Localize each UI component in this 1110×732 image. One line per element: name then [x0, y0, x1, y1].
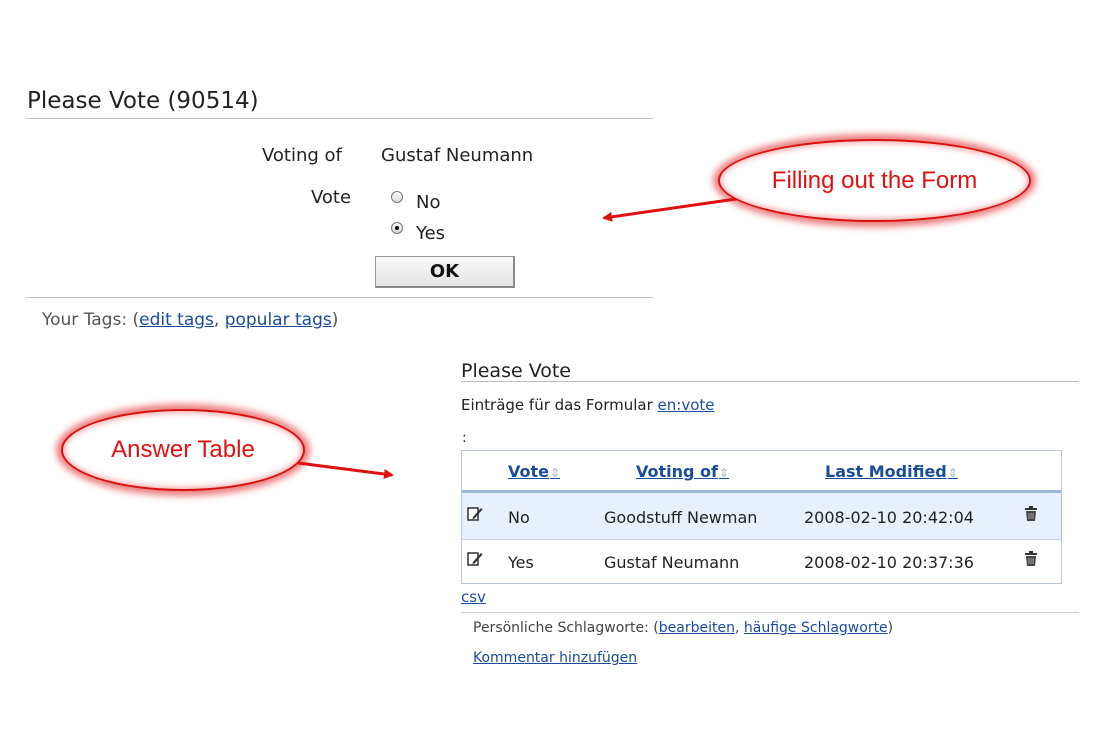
sort-arrows-icon[interactable]: ⇕ [719, 466, 729, 480]
callout-form: Filling out the Form [718, 139, 1031, 222]
colon: : [462, 430, 467, 446]
add-comment-link[interactable]: Kommentar hinzufügen [473, 650, 637, 666]
col-header-last-modified[interactable]: Last Modified⇕ [825, 462, 958, 481]
sort-arrows-icon[interactable]: ⇕ [550, 466, 560, 480]
edit-pencil-icon[interactable] [467, 506, 483, 522]
answers-divider [461, 381, 1079, 382]
col-header-last-modified-label[interactable]: Last Modified [825, 462, 947, 481]
row1-voting-of: Goodstuff Newman [604, 508, 758, 527]
col-header-voting-of[interactable]: Voting of⇕ [636, 462, 729, 481]
callout-table: Answer Table [61, 409, 305, 491]
col-header-vote[interactable]: Vote⇕ [508, 462, 560, 481]
table-arrow [297, 461, 394, 479]
entries-line: Einträge für das Formular en:vote [461, 396, 714, 414]
personal-tags-suffix: ) [887, 620, 894, 636]
form-arrow [602, 197, 737, 222]
row1-modified: 2008-02-10 20:42:04 [804, 508, 974, 527]
entries-text: Einträge für das Formular [461, 396, 658, 414]
csv-link[interactable]: csv [461, 588, 486, 606]
personal-tags-prefix: Persönliche Schlagworte: ( [473, 620, 659, 636]
col-header-voting-of-label[interactable]: Voting of [636, 462, 718, 481]
sort-arrows-icon[interactable]: ⇕ [948, 466, 958, 480]
row2-vote: Yes [508, 553, 534, 572]
callout-table-text: Answer Table [111, 436, 255, 463]
table-row-divider [462, 539, 1061, 540]
form-link[interactable]: en:vote [658, 396, 715, 414]
answers-title: Please Vote [461, 360, 571, 382]
trash-icon[interactable] [1024, 551, 1038, 567]
personal-tags: Persönliche Schlagworte: (bearbeiten, hä… [473, 620, 893, 636]
row1-vote: No [508, 508, 530, 527]
callout-form-text: Filling out the Form [771, 166, 978, 194]
col-header-vote-label[interactable]: Vote [508, 462, 549, 481]
personal-popular-link[interactable]: häufige Schlagworte [744, 620, 888, 636]
edit-pencil-icon[interactable] [467, 551, 483, 567]
personal-edit-link[interactable]: bearbeiten [659, 620, 735, 636]
trash-icon[interactable] [1024, 506, 1038, 522]
row2-modified: 2008-02-10 20:37:36 [804, 553, 974, 572]
personal-tags-sep: , [734, 620, 744, 636]
row2-voting-of: Gustaf Neumann [604, 553, 740, 572]
footer-divider [461, 612, 1079, 613]
